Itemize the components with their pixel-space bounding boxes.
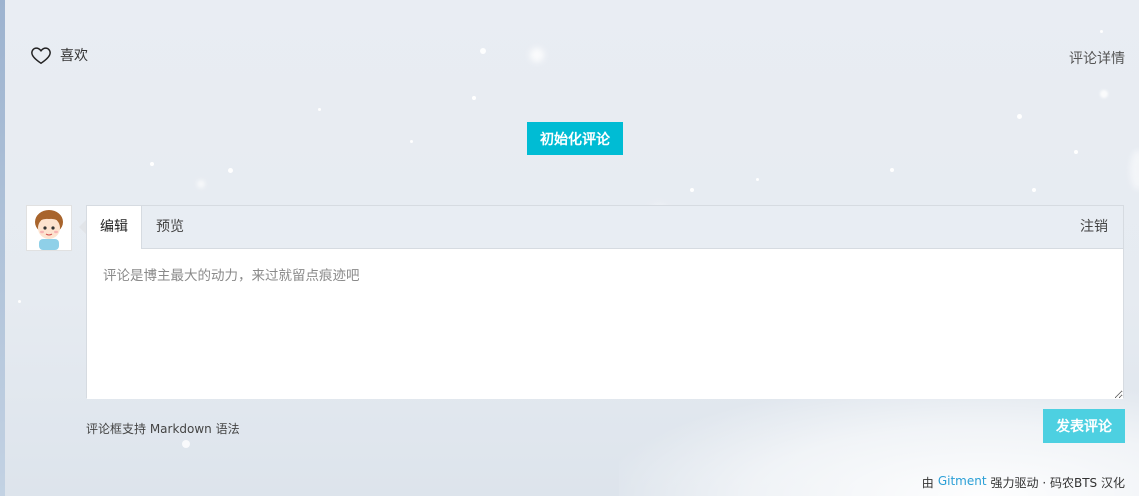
editor-header: 编辑 预览 注销 — [87, 206, 1123, 249]
avatar[interactable] — [26, 205, 72, 251]
markdown-tip: 评论框支持 Markdown 语法 — [86, 422, 240, 436]
submit-comment-button[interactable]: 发表评论 — [1043, 409, 1125, 443]
logout-link[interactable]: 注销 — [1080, 206, 1108, 249]
footer-suffix: 强力驱动 · 码农BTS 汉化 — [990, 476, 1125, 490]
tab-preview[interactable]: 预览 — [143, 206, 197, 249]
footer-credit: 由 Gitment 强力驱动 · 码农BTS 汉化 — [922, 474, 1125, 491]
gitment-link[interactable]: Gitment — [938, 474, 987, 491]
like-button[interactable]: 喜欢 — [30, 44, 88, 66]
comment-details-link[interactable]: 评论详情 — [1069, 48, 1125, 68]
tab-edit[interactable]: 编辑 — [87, 206, 142, 249]
footer-prefix: 由 — [921, 476, 934, 490]
comment-editor: 编辑 预览 注销 — [86, 205, 1124, 399]
like-label: 喜欢 — [60, 48, 88, 64]
heart-icon — [31, 47, 51, 65]
avatar-pointer — [79, 220, 86, 234]
avatar-image — [27, 206, 71, 250]
comment-textarea[interactable] — [87, 249, 1123, 399]
left-edge-strip — [0, 0, 5, 496]
init-comments-button[interactable]: 初始化评论 — [527, 122, 623, 155]
